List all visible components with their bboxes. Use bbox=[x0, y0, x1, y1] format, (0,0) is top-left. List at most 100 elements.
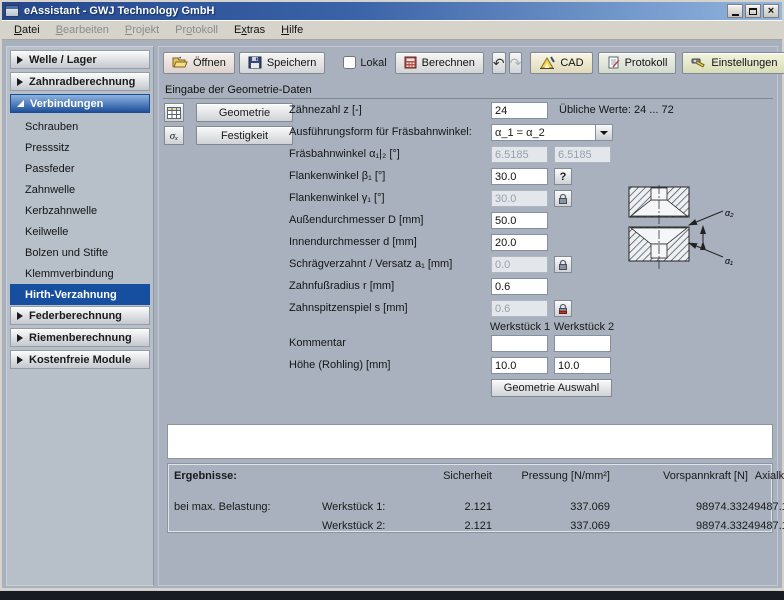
innendurchmesser-input[interactable] bbox=[491, 234, 548, 251]
menu-hilfe[interactable]: Hilfe bbox=[273, 22, 311, 38]
section-title: Eingabe der Geometrie-Daten bbox=[163, 84, 773, 99]
app-icon bbox=[5, 5, 19, 17]
save-button[interactable]: Speichern bbox=[239, 52, 326, 74]
sidebar-group-verbindungen[interactable]: Verbindungen bbox=[10, 94, 150, 113]
werkstueck2-column-header: Werkstück 2 bbox=[551, 321, 617, 333]
results-value: 337.069 bbox=[492, 501, 610, 513]
protocol-button[interactable]: Protokoll bbox=[598, 52, 677, 74]
hirth-coupling-diagram: α₂ α₁ bbox=[619, 185, 769, 281]
alpha1-label: α₁ bbox=[725, 256, 733, 266]
close-button[interactable]: × bbox=[763, 4, 779, 18]
zaehnezahl-input[interactable] bbox=[491, 102, 548, 119]
geometrie-auswahl-row: Geometrie Auswahl bbox=[159, 379, 777, 397]
settings-button[interactable]: Einstellungen bbox=[682, 52, 784, 74]
lock-button[interactable] bbox=[554, 256, 572, 273]
help-question-button[interactable]: ? bbox=[554, 168, 572, 185]
open-button[interactable]: Öffnen bbox=[163, 52, 235, 74]
geometrie-auswahl-button[interactable]: Geometrie Auswahl bbox=[491, 379, 612, 397]
menu-bearbeiten: Bearbeiten bbox=[48, 22, 117, 38]
calculate-button[interactable]: Berechnen bbox=[395, 52, 484, 74]
alpha2-label: α₂ bbox=[725, 208, 734, 218]
collapsed-arrow-icon bbox=[17, 78, 23, 86]
row-name: Werkstück 1: bbox=[322, 501, 420, 513]
field-label: Kommentar bbox=[289, 337, 346, 349]
message-area bbox=[167, 424, 773, 459]
menu-extras[interactable]: Extras bbox=[226, 22, 273, 38]
field-row-zaehnezahl: Zähnezahl z [-] Übliche Werte: 24 ... 72 bbox=[159, 102, 777, 120]
collapsed-arrow-icon bbox=[17, 334, 23, 342]
ausfuehrungsform-dropdown[interactable]: α_1 = α_2 bbox=[491, 124, 613, 141]
schraegverzahnt-input bbox=[491, 256, 548, 273]
flankenwinkel-beta-input[interactable] bbox=[491, 168, 548, 185]
row-name: Werkstück 2: bbox=[322, 520, 420, 532]
tools-icon bbox=[691, 56, 706, 69]
results-value: 98974.332 bbox=[610, 520, 748, 532]
sidebar-item-passfeder[interactable]: Passfeder bbox=[10, 158, 150, 179]
field-row-flankenwinkel-beta: Flankenwinkel β₁ [°] ? bbox=[159, 168, 777, 186]
fraesbahnwinkel-input-2 bbox=[554, 146, 611, 163]
question-mark-icon: ? bbox=[560, 171, 567, 183]
sidebar-item-zahnwelle[interactable]: Zahnwelle bbox=[10, 179, 150, 200]
hoehe-input-1[interactable] bbox=[491, 357, 548, 374]
aussendurchmesser-input[interactable] bbox=[491, 212, 548, 229]
results-value: 98974.332 bbox=[610, 501, 748, 513]
sidebar-group-zahnradberechnung[interactable]: Zahnradberechnung bbox=[10, 72, 150, 91]
sidebar-item-presssitz[interactable]: Presssitz bbox=[10, 137, 150, 158]
results-value: 49487.166 bbox=[748, 501, 784, 513]
results-panel: Ergebnisse: Sicherheit Pressung [N/mm²] … bbox=[167, 463, 773, 533]
cad-drawing-icon bbox=[539, 56, 555, 69]
field-label: Zahnspitzenspiel s [mm] bbox=[289, 302, 408, 314]
floppy-disk-icon bbox=[248, 56, 262, 69]
redo-button[interactable]: ↷ bbox=[509, 52, 523, 74]
local-checkbox-label: Lokal bbox=[360, 57, 386, 69]
menu-datei[interactable]: Datei bbox=[6, 22, 48, 38]
title-bar: eAssistant - GWJ Technology GmbH × bbox=[2, 2, 782, 20]
sidebar-item-kerbzahnwelle[interactable]: Kerbzahnwelle bbox=[10, 200, 150, 221]
window-title: eAssistant - GWJ Technology GmbH bbox=[24, 5, 215, 17]
kommentar-input-2[interactable] bbox=[554, 335, 611, 352]
sidebar-item-bolzen-und-stifte[interactable]: Bolzen und Stifte bbox=[10, 242, 150, 263]
sidebar-item-klemmverbindung[interactable]: Klemmverbindung bbox=[10, 263, 150, 284]
zahnfussradius-input[interactable] bbox=[491, 278, 548, 295]
close-icon: × bbox=[768, 6, 774, 17]
field-label: Innendurchmesser d [mm] bbox=[289, 236, 417, 248]
maximize-icon bbox=[749, 8, 757, 15]
lock-button[interactable] bbox=[554, 190, 572, 207]
sidebar-item-schrauben[interactable]: Schrauben bbox=[10, 116, 150, 137]
kommentar-input-1[interactable] bbox=[491, 335, 548, 352]
menu-bar: Datei Bearbeiten Projekt Protokoll Extra… bbox=[2, 20, 782, 40]
results-value: 2.121 bbox=[420, 501, 492, 513]
dropdown-arrow-button[interactable] bbox=[595, 125, 612, 140]
usual-values-note: Übliche Werte: 24 ... 72 bbox=[559, 104, 674, 116]
hoehe-input-2[interactable] bbox=[554, 357, 611, 374]
sidebar-group-welle-lager[interactable]: Welle / Lager bbox=[10, 50, 150, 69]
flankenwinkel-gamma-input bbox=[491, 190, 548, 207]
field-label: Höhe (Rohling) [mm] bbox=[289, 359, 390, 371]
sidebar-item-hirth-verzahnung[interactable]: Hirth-Verzahnung bbox=[10, 284, 150, 305]
results-title: Ergebnisse: bbox=[174, 470, 322, 494]
lock-button-red[interactable] bbox=[554, 300, 572, 317]
sidebar-group-kostenfreie-module[interactable]: Kostenfreie Module bbox=[10, 350, 150, 369]
sidebar-item-keilwelle[interactable]: Keilwelle bbox=[10, 221, 150, 242]
sidebar-group-federberechnung[interactable]: Federberechnung bbox=[10, 306, 150, 325]
dropdown-selected-value: α_1 = α_2 bbox=[492, 127, 595, 139]
cad-button[interactable]: CAD bbox=[530, 52, 592, 74]
field-label: Ausführungsform für Fräsbahnwinkel: bbox=[289, 126, 472, 138]
field-row-hoehe: Höhe (Rohling) [mm] bbox=[159, 357, 777, 375]
column-header-vorspannkraft: Vorspannkraft [N] bbox=[610, 470, 748, 494]
field-row-kommentar: Kommentar bbox=[159, 335, 777, 353]
field-row-fraesbahnwinkel: Fräsbahnwinkel α₁|₂ [°] bbox=[159, 146, 777, 164]
red-lock-icon bbox=[557, 303, 569, 315]
collapsed-arrow-icon bbox=[17, 56, 23, 64]
minimize-icon bbox=[732, 14, 739, 16]
undo-button[interactable]: ↶ bbox=[492, 52, 506, 74]
sidebar-group-riemenberechnung[interactable]: Riemenberechnung bbox=[10, 328, 150, 347]
field-label: Zahnfußradius r [mm] bbox=[289, 280, 394, 292]
navigation-sidebar: Welle / Lager Zahnradberechnung Verbindu… bbox=[6, 46, 154, 586]
lock-icon bbox=[557, 259, 569, 271]
maximize-button[interactable] bbox=[745, 4, 761, 18]
minimize-button[interactable] bbox=[727, 4, 743, 18]
results-value: 337.069 bbox=[492, 520, 610, 532]
expanded-arrow-icon bbox=[17, 100, 24, 107]
local-checkbox[interactable] bbox=[343, 56, 356, 69]
